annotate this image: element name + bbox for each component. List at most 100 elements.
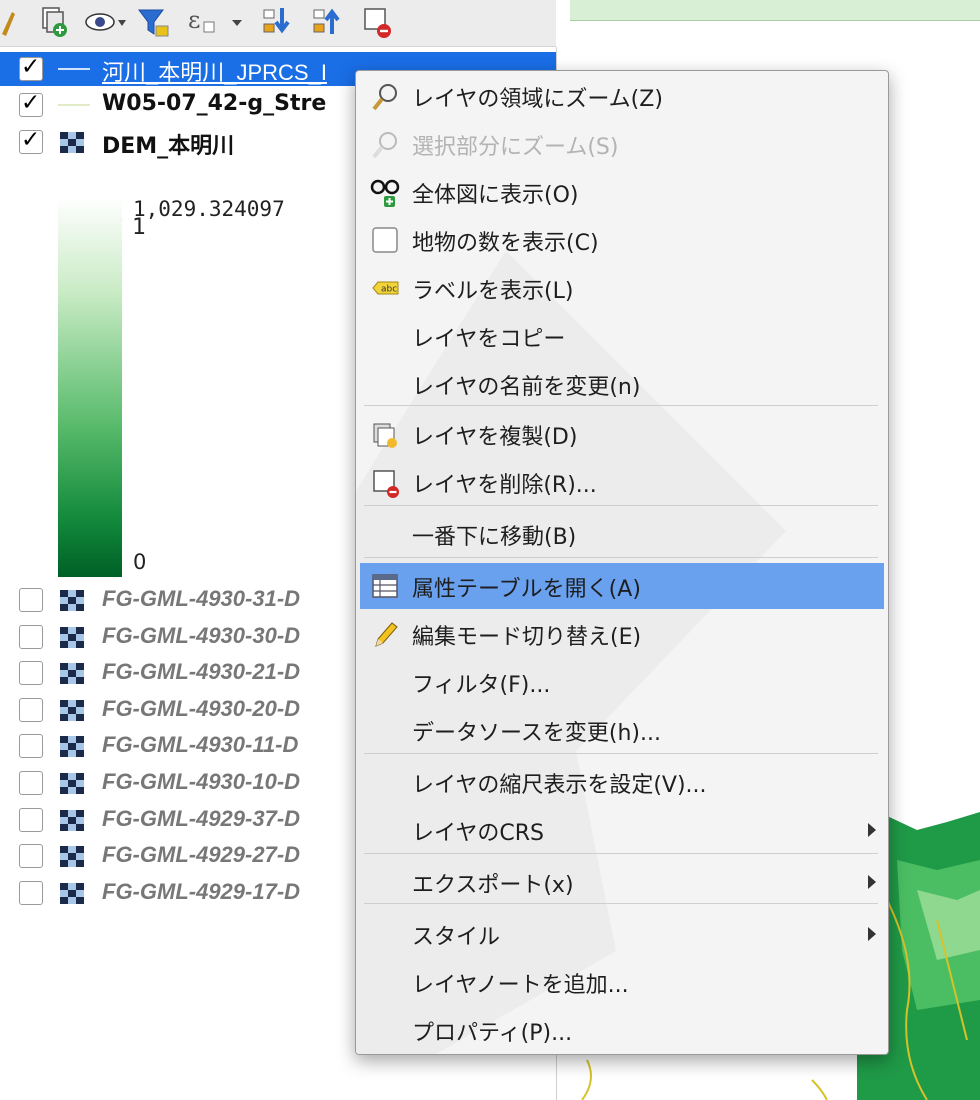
svg-text:ε: ε [188,6,200,34]
pencil-icon [370,620,402,654]
menu-separator [364,505,878,506]
menu-item-label: 属性テーブルを開く(A) [412,577,641,602]
layer-visibility-checkbox[interactable] [19,661,43,686]
menu-item-1[interactable]: レイヤの領域にズーム(Z) [360,73,884,119]
menu-separator [364,557,878,558]
zoom-icon [370,82,402,116]
raster-icon [60,132,84,153]
menu-item-label: 編集モード切り替え(E) [412,625,642,650]
layer-visibility-checkbox[interactable]: ✓ [19,90,43,117]
layer-visibility-checkbox[interactable] [19,844,43,869]
collapse-all-icon[interactable] [312,4,344,40]
duplicate-icon [370,420,402,454]
layer-visibility-checkbox[interactable] [19,588,43,612]
visibility-eye-icon[interactable] [84,4,128,40]
layer-visibility-checkbox[interactable] [19,771,43,795]
layer-name: FG-GML-4930-21-D [102,659,301,685]
menu-item-label: 一番下に移動(B) [412,525,577,550]
layer-visibility-checkbox[interactable]: ✓ [19,54,43,81]
raster-icon [60,736,84,758]
layer-visibility-checkbox[interactable] [19,734,43,759]
expression-filter-icon[interactable]: ε [186,4,248,40]
menu-item-8[interactable]: レイヤを複製(D) [360,411,884,457]
menu-item-label: レイヤのCRS [412,821,544,846]
submenu-arrow-icon [868,875,876,889]
filter-legend-icon[interactable] [136,4,170,40]
layer-name: FG-GML-4930-20-D [102,695,301,721]
menu-item-11[interactable]: 属性テーブルを開く(A) [360,563,884,609]
menu-item-label: フィルタ(F)... [412,673,551,698]
submenu-arrow-icon [868,823,876,837]
remove-layer-icon[interactable] [362,4,394,40]
layer-visibility-checkbox[interactable] [19,697,43,722]
menu-item-17[interactable]: エクスポート(x) [360,859,884,905]
menu-item-5[interactable]: abc ラベルを表示(L) [360,265,884,311]
style-brush-icon[interactable] [0,4,16,40]
remove-icon [370,468,402,502]
menu-item-14[interactable]: データソースを変更(h)... [360,707,884,753]
checkbox-icon [370,226,402,260]
menu-item-12[interactable]: 編集モード切り替え(E) [360,611,884,657]
table-icon [370,572,402,606]
menu-item-label: 地物の数を表示(C) [412,231,599,256]
menu-item-20[interactable]: プロパティ(P)... [360,1007,884,1053]
raster-icon [60,773,84,794]
layer-name: 河川_本明川_JPRCS_I [102,60,327,85]
menu-item-label: レイヤノートを追加... [412,973,629,998]
menu-item-label: プロパティ(P)... [412,1021,573,1046]
layer-name: FG-GML-4929-27-D [102,842,301,868]
menu-item-label: レイヤの縮尺表示を設定(V)... [412,773,707,798]
menu-item-2: 選択部分にズーム(S) [360,121,884,167]
menu-item-7[interactable]: レイヤの名前を変更(n) [360,361,884,407]
raster-icon [60,626,84,648]
menu-item-label: レイヤをコピー [412,327,566,352]
menu-item-label: レイヤを複製(D) [412,425,578,450]
raster-icon [60,699,84,721]
layer-visibility-checkbox[interactable]: ✓ [19,127,43,154]
menu-separator [364,853,878,854]
color-ramp [58,197,122,577]
menu-item-label: レイヤを削除(R)... [412,473,597,498]
layer-name: W05-07_42-g_Stre [102,91,327,116]
raster-icon [60,590,84,611]
menu-item-9[interactable]: レイヤを削除(R)... [360,459,884,505]
add-group-icon[interactable] [38,4,70,40]
menu-item-18[interactable]: スタイル [360,911,884,957]
menu-item-3[interactable]: 全体図に表示(O) [360,169,884,215]
label-icon: abc [370,274,402,308]
raster-icon [60,882,84,904]
menu-item-10[interactable]: 一番下に移動(B) [360,511,884,557]
layer-name: FG-GML-4929-37-D [102,805,301,831]
menu-item-4[interactable]: 地物の数を表示(C) [360,217,884,263]
layer-visibility-checkbox[interactable] [19,880,43,905]
menu-item-16[interactable]: レイヤのCRS [360,807,884,853]
menu-item-13[interactable]: フィルタ(F)... [360,659,884,705]
raster-icon [60,809,84,831]
layers-toolbar: ε [0,0,556,47]
map-overlay-strip [570,0,980,21]
line-icon [58,104,90,106]
raster-icon [60,846,84,868]
menu-item-15[interactable]: レイヤの縮尺表示を設定(V)... [360,759,884,805]
ramp-min-value: 0 [133,550,147,574]
layer-name: FG-GML-4929-17-D [102,878,301,904]
layer-visibility-checkbox[interactable] [19,624,43,649]
menu-item-label: データソースを変更(h)... [412,721,661,746]
menu-item-label: 選択部分にズーム(S) [412,135,619,160]
menu-item-6[interactable]: レイヤをコピー [360,313,884,359]
layer-context-menu[interactable]: レイヤの領域にズーム(Z) 選択部分にズーム(S) 全体図に表示(O) 地物の数を表示… [355,70,889,1055]
submenu-arrow-icon [868,927,876,941]
raster-icon [60,663,84,685]
layer-name: FG-GML-4930-31-D [102,586,301,611]
layer-name: FG-GML-4930-11-D [102,732,299,758]
menu-item-label: 全体図に表示(O) [412,183,579,208]
ramp-max-value: 1,029.324097 [133,197,285,221]
menu-item-19[interactable]: レイヤノートを追加... [360,959,884,1005]
menu-item-label: スタイル [412,925,501,950]
menu-item-label: レイヤの名前を変更(n) [412,375,641,400]
layer-visibility-checkbox[interactable] [19,807,43,832]
menu-item-label: レイヤの領域にズーム(Z) [412,87,663,112]
layer-name: FG-GML-4930-10-D [102,769,301,794]
layer-name: FG-GML-4930-30-D [102,622,301,648]
expand-all-icon[interactable] [262,4,294,40]
